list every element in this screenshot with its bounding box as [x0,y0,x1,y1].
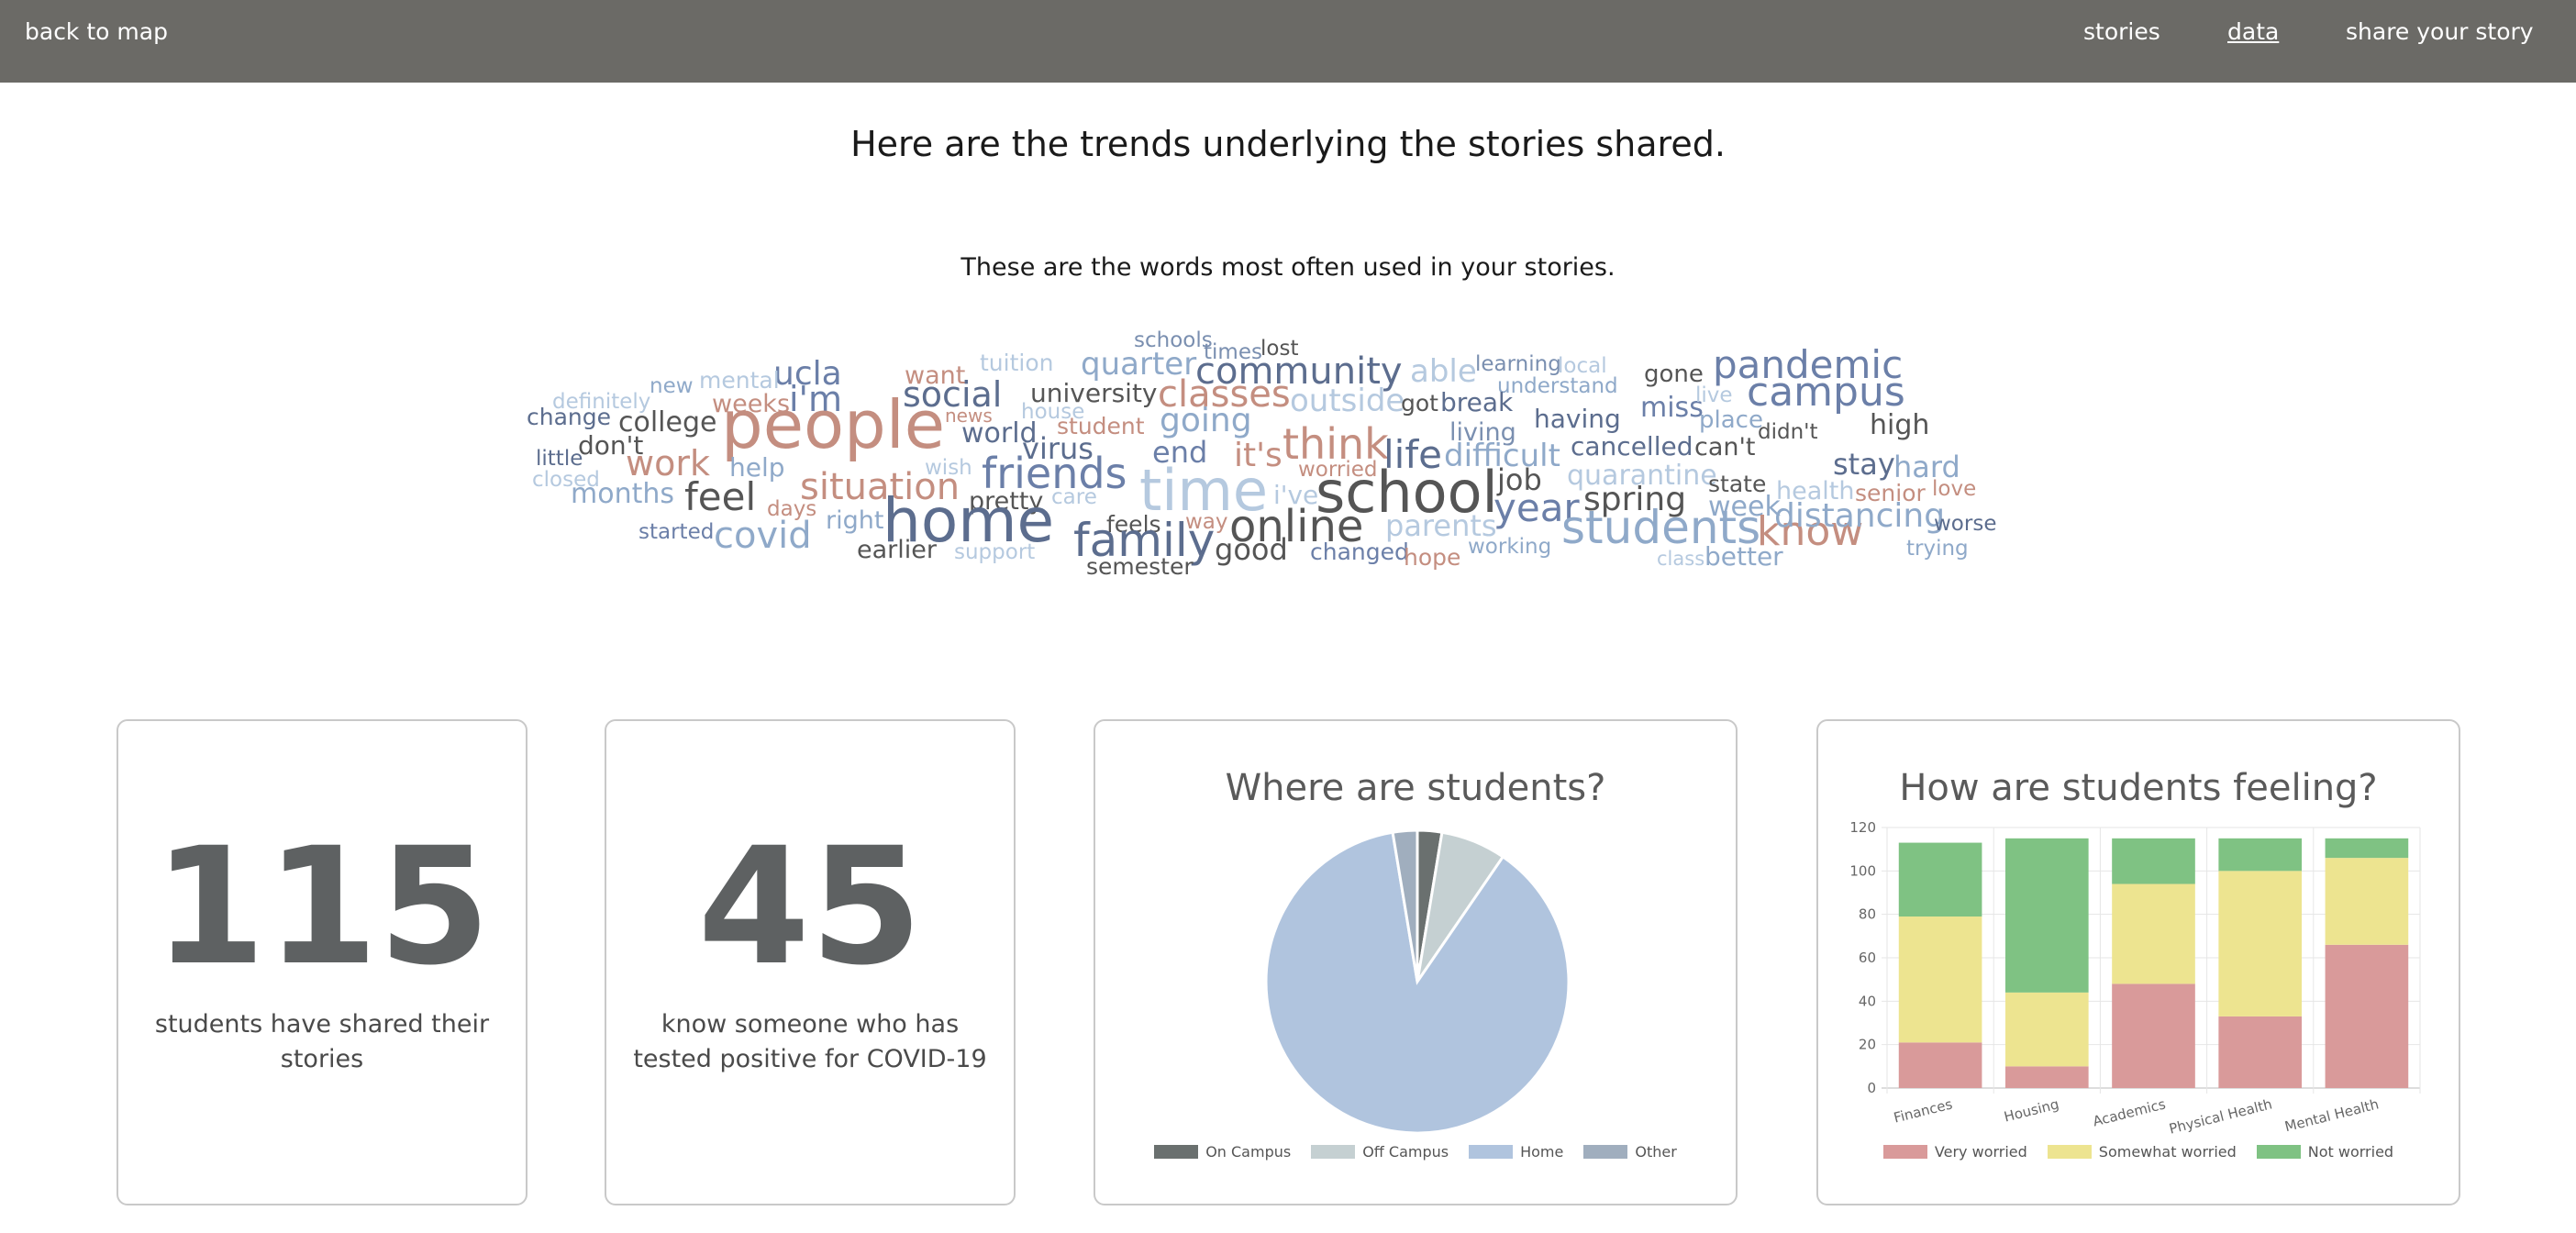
word-earlier: earlier [857,536,938,564]
legend-label: On Campus [1205,1143,1292,1161]
word-break: break [1440,387,1514,417]
pie-legend-item: Home [1469,1143,1563,1161]
word-covid: covid [714,515,812,557]
legend-label: Somewhat worried [2098,1143,2237,1161]
bar-not-worried [2325,838,2409,859]
word-months: months [571,478,674,510]
word-hope: hope [1404,544,1460,571]
bar-not-worried [1898,842,1982,917]
legend-swatch [1154,1145,1199,1159]
bar-legend-item: Not worried [2256,1143,2394,1161]
word-learning: learning [1475,352,1561,376]
bar-somewhat-worried [2325,858,2409,945]
bar-very-worried [1898,1042,1982,1088]
word-cant: can't [1694,433,1756,461]
bar-somewhat-worried [2112,883,2195,984]
bar-legend-item: Very worried [1882,1143,2027,1161]
y-tick-label: 100 [1849,862,1876,879]
word-cancelled: cancelled [1571,431,1693,461]
bar-very-worried [2004,1066,2089,1088]
word-live: live [1695,383,1733,407]
x-tick-label: Academics [2091,1095,2167,1129]
word-high: high [1870,409,1929,441]
bar-somewhat-worried [1898,916,1982,1043]
pie-legend-item: On Campus [1154,1143,1291,1161]
word-new: new [650,374,694,398]
legend-swatch [1469,1145,1514,1159]
y-tick-label: 40 [1859,993,1876,1009]
location-pie-card: Where are students? On Campus Off Campus H… [1094,719,1738,1205]
x-tick-label: Finances [1892,1095,1954,1126]
y-tick-label: 20 [1859,1037,1876,1053]
pie-chart [1264,828,1571,1135]
word-going: going [1160,402,1252,439]
bar-legend-item: Somewhat worried [2047,1143,2237,1161]
bar-very-worried [2325,944,2409,1088]
legend-label: Other [1635,1143,1677,1161]
word-distancing: distancing [1774,497,1945,535]
word-good: good [1215,532,1288,567]
word-got: got [1401,390,1438,417]
y-tick-label: 60 [1859,950,1876,966]
legend-swatch [2047,1145,2092,1159]
legend-label: Very worried [1934,1143,2027,1161]
word-change: change [527,404,611,430]
word-right: right [826,506,883,535]
legend-swatch [1311,1145,1356,1159]
y-tick-label: 120 [1849,819,1876,836]
bar-very-worried [2218,1016,2303,1088]
bar-not-worried [2004,838,2089,993]
x-tick-label: Housing [2003,1095,2061,1125]
word-miss: miss [1640,392,1704,424]
legend-swatch [2256,1145,2301,1159]
legend-label: Off Campus [1362,1143,1449,1161]
word-cloud: schoolstimeslostucla tuition quartercommun… [527,328,1996,580]
word-better: better [1704,541,1783,572]
legend-swatch [1882,1145,1927,1159]
x-tick-label: Mental Health [2283,1095,2381,1135]
word-understand: understand [1497,374,1618,398]
word-changed: changed [1310,539,1409,565]
stories-count-value: 115 [153,813,491,1001]
pie-legend-item: Off Campus [1311,1143,1449,1161]
positive-count-label: know someone who has tested positive for… [633,1010,987,1073]
bar-not-worried [2218,838,2303,872]
word-semester: semester [1086,553,1194,580]
bar-not-worried [2112,838,2195,884]
word-tuition: tuition [980,350,1053,376]
y-tick-label: 0 [1867,1080,1876,1096]
positive-count-card: 45 know someone who has tested positive … [605,719,1016,1205]
word-working: working [1468,535,1551,559]
positive-count-value: 45 [697,813,923,1001]
word-didnt: didn't [1758,420,1818,444]
word-worse: worse [1934,512,1996,536]
word-able: able [1410,353,1477,390]
bar-somewhat-worried [2004,992,2089,1067]
word-feel: feel [684,474,756,519]
stacked-bar-chart: 0 20 40 60 80 100 120 Finances Housing Academics P… [1849,819,2421,1138]
word-outside: outside [1290,383,1405,419]
pie-legend: On Campus Off Campus Home Other [1095,1143,1736,1161]
word-started: started [638,520,714,544]
stories-count-card: 115 students have shared their stories [117,719,527,1205]
legend-swatch [1583,1145,1628,1159]
bar-legend: Very worried Somewhat worried Not worried [1818,1143,2459,1161]
word-support: support [954,540,1035,564]
bar-somewhat-worried [2218,871,2303,1016]
word-place: place [1699,406,1763,434]
stories-count-label: students have shared their stories [154,1010,490,1073]
feelings-bar-card: How are students feeling? 0 20 40 60 80 100 12… [1816,719,2460,1205]
y-tick-label: 80 [1859,906,1876,923]
pie-legend-item: Other [1583,1143,1677,1161]
word-trying: trying [1906,537,1969,561]
word-care: care [1051,485,1097,509]
word-class: class [1657,548,1704,570]
x-tick-label: Physical Health [2168,1095,2274,1137]
bar-very-worried [2112,983,2195,1088]
legend-label: Home [1520,1143,1564,1161]
legend-label: Not worried [2307,1143,2394,1161]
word-having: having [1534,404,1621,434]
